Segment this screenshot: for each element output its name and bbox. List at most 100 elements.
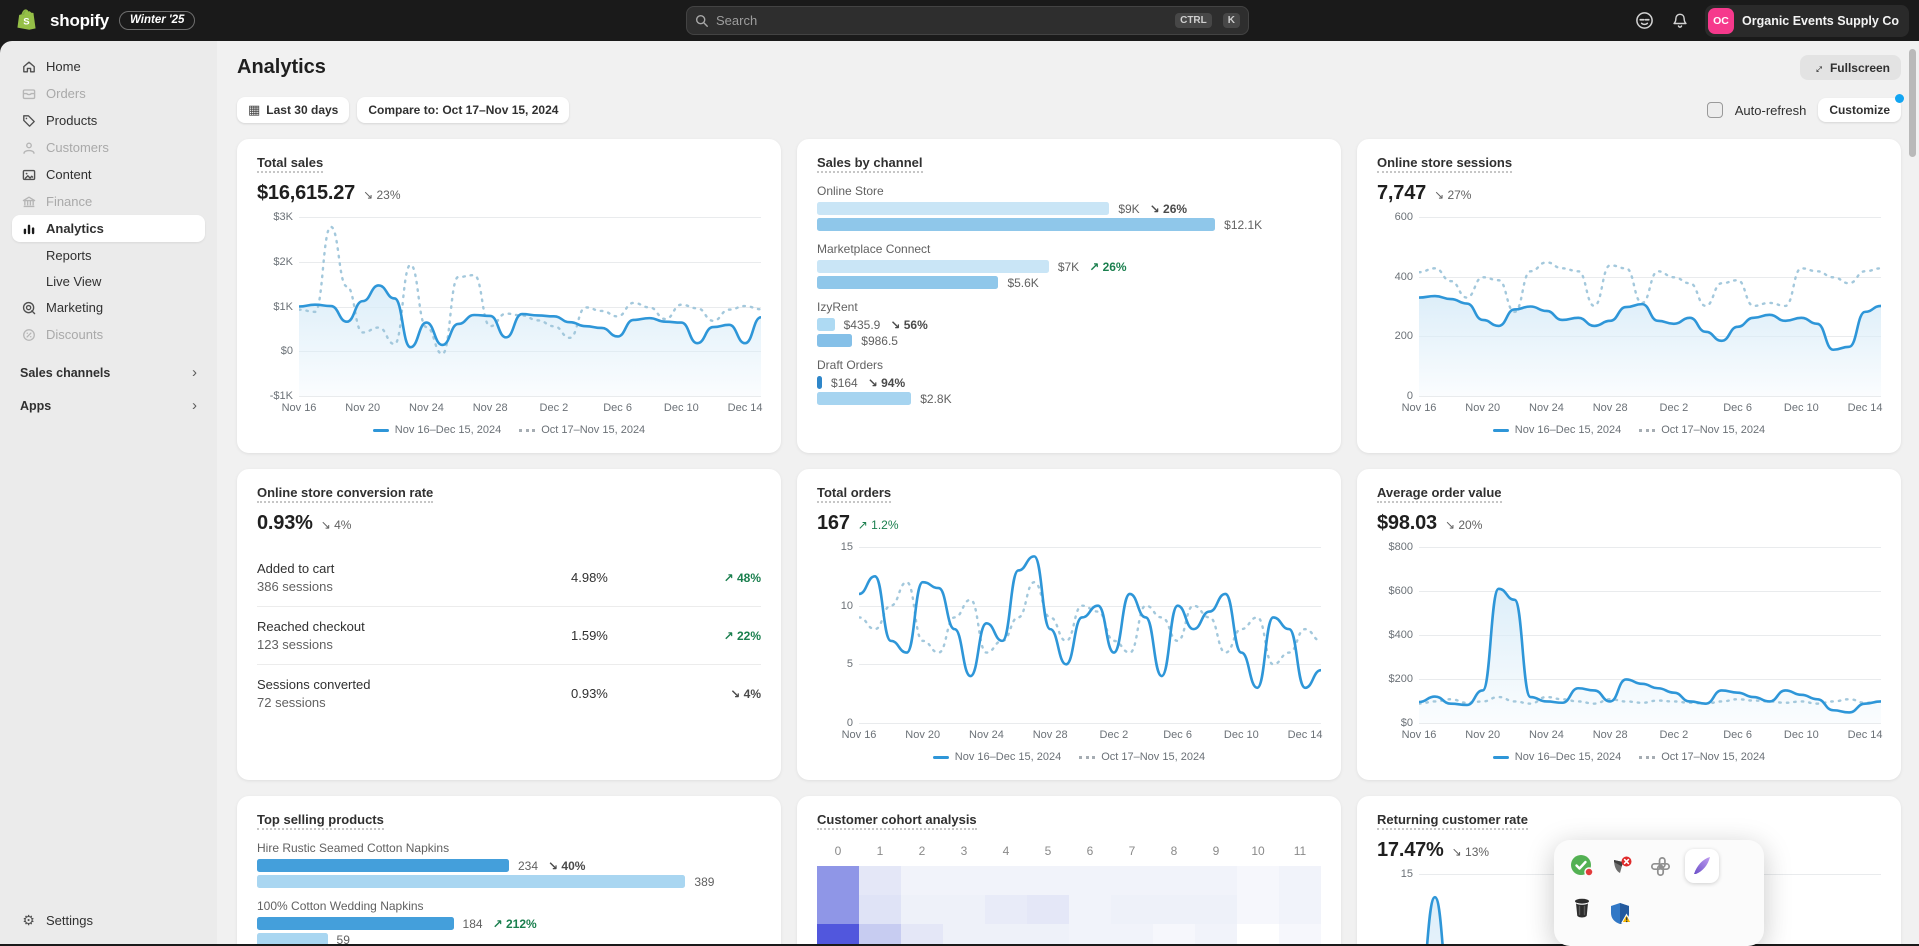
blocker-badge-icon[interactable]	[1607, 852, 1635, 880]
sidebar-item-content[interactable]: Content	[12, 161, 205, 188]
top-products-title[interactable]: Top selling products	[257, 812, 384, 830]
store-account-menu[interactable]: OC Organic Events Supply Co	[1705, 5, 1909, 37]
apps-label: Apps	[20, 399, 51, 413]
customize-label: Customize	[1829, 103, 1890, 117]
sidebar-item-label: Reports	[46, 248, 92, 263]
cohort-cell[interactable]	[901, 924, 943, 944]
sidebar-item-home[interactable]: Home	[12, 53, 205, 80]
cohort-cell[interactable]	[985, 924, 1027, 944]
previous-period-bar	[817, 334, 852, 347]
search-input[interactable]: Search CTRL K	[686, 6, 1249, 35]
aov-title[interactable]: Average order value	[1377, 485, 1502, 503]
y-axis-label: 200	[1377, 330, 1413, 342]
cohort-cell[interactable]	[859, 895, 901, 924]
cohort-cell[interactable]	[1237, 895, 1279, 924]
cohort-cell[interactable]	[901, 895, 943, 924]
cohort-cell[interactable]	[1069, 866, 1111, 895]
cohort-cell[interactable]	[943, 924, 985, 944]
conversion-value: 0.93%	[257, 512, 313, 535]
cohort-cell[interactable]	[817, 866, 859, 895]
sessions-chart: 6004002000	[1419, 217, 1881, 396]
cohort-cell[interactable]	[901, 866, 943, 895]
sessions-title[interactable]: Online store sessions	[1377, 155, 1512, 173]
cohort-cell[interactable]	[1111, 924, 1153, 944]
total-sales-title[interactable]: Total sales	[257, 155, 323, 173]
cohort-cell[interactable]	[1153, 924, 1195, 944]
cohort-cell[interactable]	[1279, 924, 1321, 944]
cohort-cell[interactable]	[1069, 924, 1111, 944]
bar-row-label: Hire Rustic Seamed Cotton Napkins	[257, 841, 761, 855]
conversion-rate-card: Online store conversion rate 0.93% ↘ 4% …	[237, 469, 781, 780]
customize-button[interactable]: Customize	[1818, 98, 1901, 122]
cohort-cell[interactable]	[859, 866, 901, 895]
compare-button[interactable]: Compare to: Oct 17–Nov 15, 2024	[357, 97, 569, 123]
sidebar-item-analytics[interactable]: Analytics	[12, 215, 205, 242]
sidebar-item-discounts[interactable]: Discounts	[12, 321, 205, 348]
feather-pen-icon[interactable]	[1685, 849, 1719, 883]
sidebar-item-live-view[interactable]: Live View	[12, 268, 205, 294]
cohort-cell[interactable]	[1027, 895, 1069, 924]
sales-by-channel-title[interactable]: Sales by channel	[817, 155, 923, 173]
cohort-cell[interactable]	[1153, 866, 1195, 895]
sales-channels-label: Sales channels	[20, 366, 110, 380]
conversion-title[interactable]: Online store conversion rate	[257, 485, 433, 503]
sidebar-item-label: Content	[46, 167, 92, 182]
x-axis-label: Dec 10	[664, 402, 699, 414]
cohort-cell[interactable]	[1195, 895, 1237, 924]
sidebar-item-finance[interactable]: Finance	[12, 188, 205, 215]
sidebar-item-reports[interactable]: Reports	[12, 242, 205, 268]
cohort-cell[interactable]	[1237, 866, 1279, 895]
x-axis-label: Dec 14	[1848, 729, 1883, 741]
shield-warning-icon[interactable]	[1607, 900, 1635, 928]
sidebar-section-apps[interactable]: Apps ›	[20, 397, 197, 414]
cohort-cell[interactable]	[817, 895, 859, 924]
approve-check-icon[interactable]	[1568, 852, 1596, 880]
cohort-cell[interactable]	[1153, 895, 1195, 924]
cohort-cell[interactable]	[985, 895, 1027, 924]
shopify-logo[interactable]: S shopify Winter '25	[0, 8, 195, 34]
returning-title[interactable]: Returning customer rate	[1377, 812, 1528, 830]
sidebar-item-marketing[interactable]: Marketing	[12, 294, 205, 321]
conversion-step-sessions: 386 sessions	[257, 579, 571, 594]
notifications-bell-icon[interactable]	[1669, 10, 1691, 32]
cohort-cell[interactable]	[1279, 866, 1321, 895]
cohort-cell[interactable]	[985, 866, 1027, 895]
cohort-cell[interactable]	[943, 895, 985, 924]
sidebar-item-settings[interactable]: ⚙ Settings	[12, 907, 205, 934]
sidebar-item-products[interactable]: Products	[12, 107, 205, 134]
total-sales-value: $16,615.27	[257, 182, 355, 205]
x-axis: Nov 16Nov 20Nov 24Nov 28Dec 2Dec 6Dec 10…	[1419, 400, 1881, 417]
chart-legend: Nov 16–Dec 15, 2024Oct 17–Nov 15, 2024	[817, 744, 1321, 770]
conversion-row: Added to cart386 sessions4.98%↗ 48%	[257, 549, 761, 606]
cohort-cell[interactable]	[1111, 895, 1153, 924]
bar-row-label: IzyRent	[817, 300, 1321, 314]
x-axis-label: Nov 24	[1529, 729, 1564, 741]
legend-current-swatch	[1493, 756, 1509, 759]
cohort-cell[interactable]	[1027, 924, 1069, 944]
cohort-cell[interactable]	[1279, 895, 1321, 924]
sidebar-section-sales-channels[interactable]: Sales channels ›	[20, 364, 197, 381]
cohort-cell[interactable]	[943, 866, 985, 895]
cohort-cell[interactable]	[859, 924, 901, 944]
sidebar-item-orders[interactable]: Orders	[12, 80, 205, 107]
cohort-cell[interactable]	[817, 924, 859, 944]
scrollbar-thumb[interactable]	[1909, 49, 1916, 157]
sidebar-item-customers[interactable]: Customers	[12, 134, 205, 161]
cohort-cell[interactable]	[1237, 924, 1279, 944]
cohort-title[interactable]: Customer cohort analysis	[817, 812, 977, 830]
clover-grid-icon[interactable]	[1646, 852, 1674, 880]
sidekick-icon[interactable]	[1633, 10, 1655, 32]
date-range-button[interactable]: ▦ Last 30 days	[237, 97, 349, 123]
cohort-cell[interactable]	[1195, 924, 1237, 944]
cohort-cell[interactable]	[1027, 866, 1069, 895]
cohort-cell[interactable]	[1195, 866, 1237, 895]
cohort-cell[interactable]	[1111, 866, 1153, 895]
auto-refresh-checkbox[interactable]	[1707, 102, 1723, 118]
total-sales-delta: ↘ 23%	[363, 188, 400, 202]
total-orders-title[interactable]: Total orders	[817, 485, 891, 503]
conversion-step-label: Added to cart	[257, 561, 571, 576]
trash-icon[interactable]	[1568, 894, 1596, 922]
cohort-cell[interactable]	[1069, 895, 1111, 924]
y-axis-label: 5	[817, 658, 853, 670]
fullscreen-button[interactable]: ↔ Fullscreen	[1800, 55, 1901, 80]
